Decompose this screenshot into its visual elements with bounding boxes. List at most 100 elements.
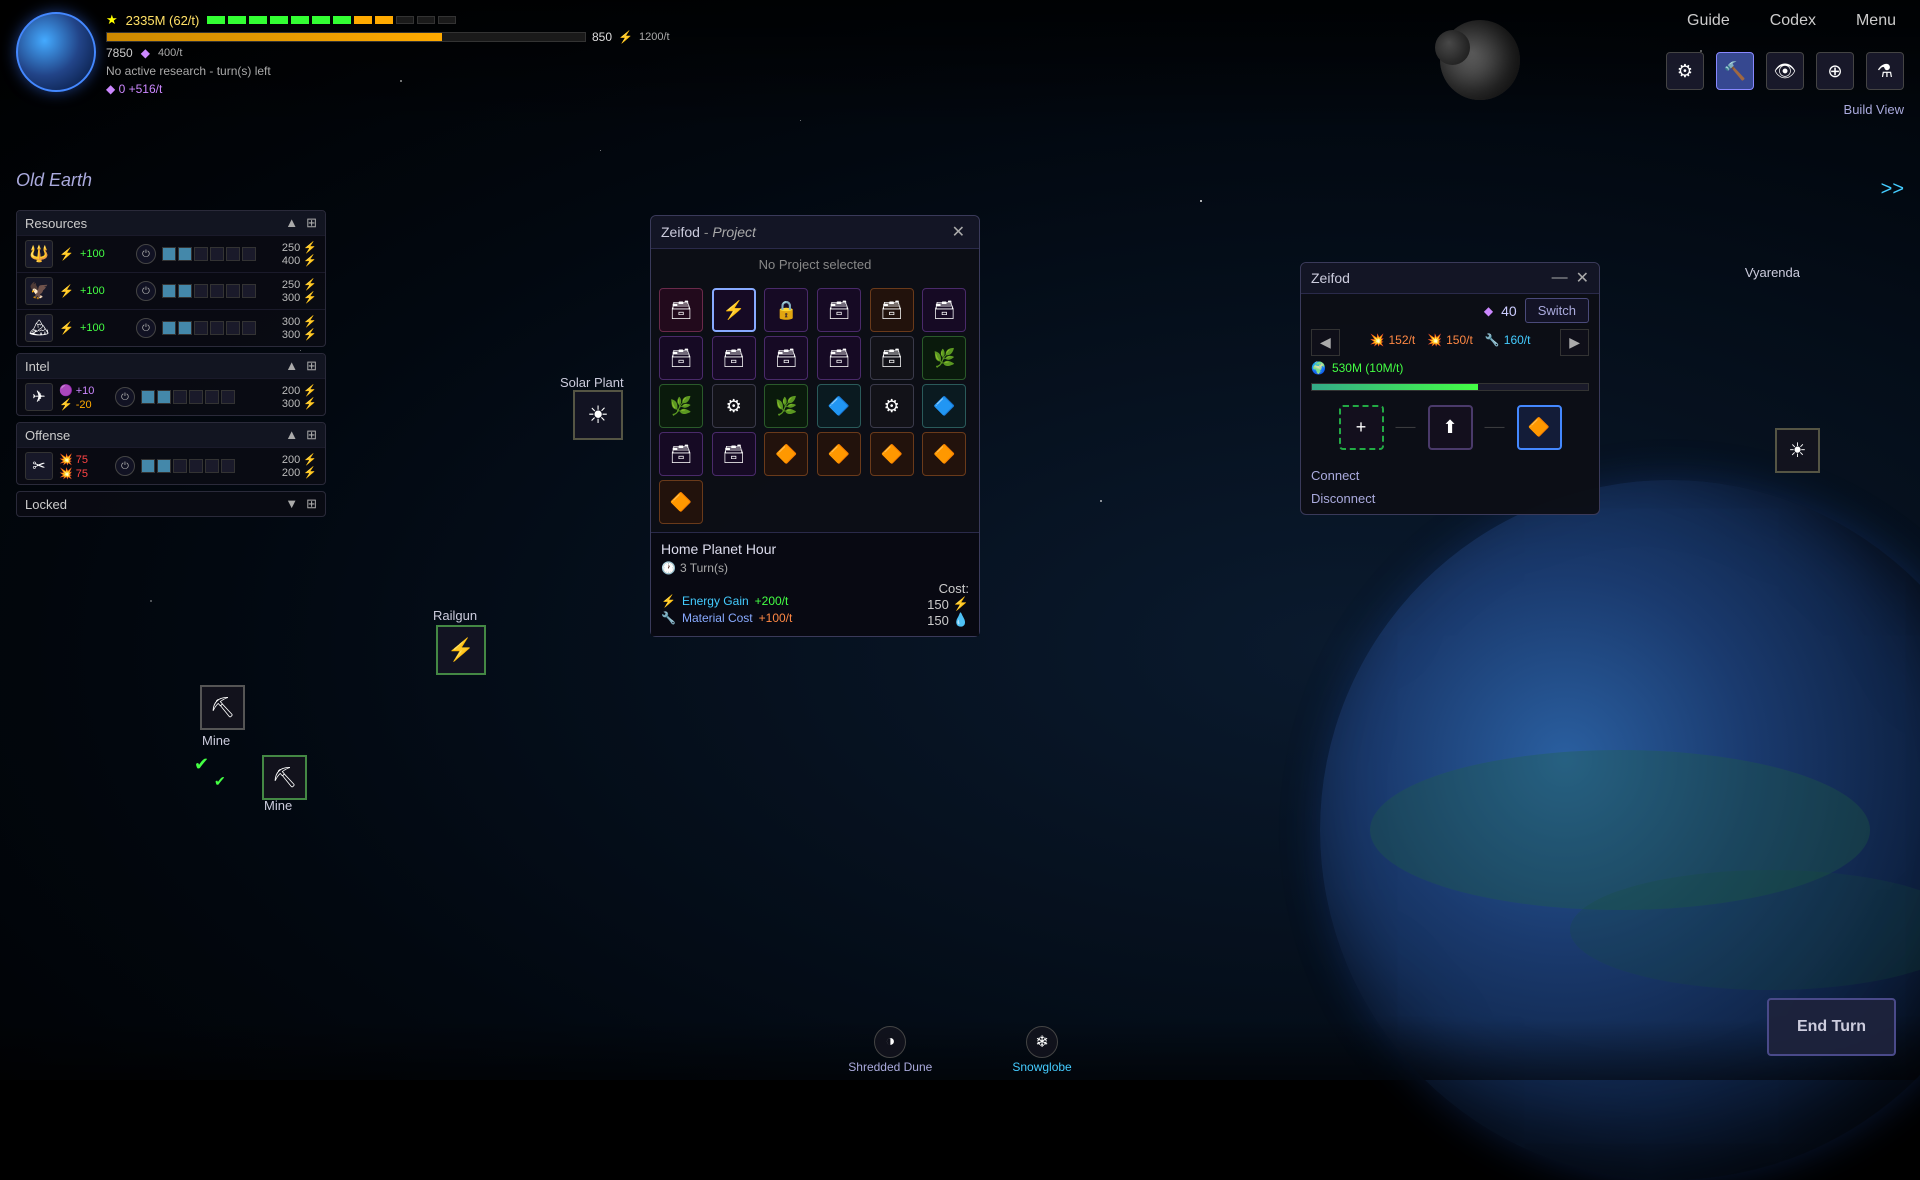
project-dialog-close[interactable]: ✕ — [948, 222, 969, 242]
zeifod-tree: + —— ⬆ —— 🔶 — [1301, 395, 1599, 460]
step-4c[interactable] — [210, 321, 224, 335]
crosshair-icon[interactable]: ⊕ — [1816, 52, 1854, 90]
step-2b[interactable] — [178, 284, 192, 298]
loc-item-2[interactable]: ❄ Snowglobe — [1012, 1026, 1071, 1074]
zeifod-close[interactable]: ✕ — [1576, 268, 1589, 288]
project-item-0-2[interactable]: 🔒 — [764, 288, 808, 332]
railgun-map-icon[interactable]: ⚡ — [436, 625, 486, 675]
project-item-1-1[interactable]: 🗃 — [659, 336, 703, 380]
project-item-3-1[interactable]: 🗃 — [659, 432, 703, 476]
i-step-5[interactable] — [205, 390, 219, 404]
step-2c[interactable] — [178, 321, 192, 335]
res-power-btn-3[interactable]: ⏻ — [136, 318, 156, 338]
locked-sort[interactable]: ⊞ — [306, 496, 317, 512]
mine-icon-2[interactable]: ⛏ — [262, 755, 307, 800]
project-item-0-3[interactable]: 🗃 — [817, 288, 861, 332]
player-globe[interactable] — [16, 12, 96, 92]
offense-power-btn[interactable]: ⏻ — [115, 456, 135, 476]
project-item-2-3[interactable]: 🌿 — [764, 384, 808, 428]
project-item-1-3[interactable]: 🗃 — [764, 336, 808, 380]
step-6b[interactable] — [242, 284, 256, 298]
switch-button[interactable]: Switch — [1525, 298, 1589, 323]
project-item-3-4[interactable]: 🔶 — [817, 432, 861, 476]
o-step-4[interactable] — [189, 459, 203, 473]
mine-icon-1[interactable]: ⛏ — [200, 685, 245, 730]
zeifod-prev-btn[interactable]: ◀ — [1311, 329, 1340, 356]
end-turn-button[interactable]: End Turn — [1767, 998, 1896, 1056]
i-step-2[interactable] — [157, 390, 171, 404]
build-icon[interactable]: 🔨 — [1716, 52, 1754, 90]
step-4b[interactable] — [210, 284, 224, 298]
step-2[interactable] — [178, 247, 192, 261]
i-step-3[interactable] — [173, 390, 187, 404]
flask-icon[interactable]: ⚗ — [1866, 52, 1904, 90]
project-item-1-5[interactable]: 🗃 — [870, 336, 914, 380]
step-5c[interactable] — [226, 321, 240, 335]
loc-item-1[interactable]: ◑ Shredded Dune — [848, 1026, 932, 1074]
tree-connector-1: —— — [1396, 422, 1416, 433]
zeifod-minimize[interactable]: — — [1552, 269, 1568, 287]
tree-node-add[interactable]: + — [1339, 405, 1384, 450]
res-power-btn-1[interactable]: ⏻ — [136, 244, 156, 264]
step-1b[interactable] — [162, 284, 176, 298]
guide-button[interactable]: Guide — [1679, 8, 1738, 34]
collapse-icon[interactable]: ▲ — [285, 215, 298, 231]
intel-collapse-icon[interactable]: ▲ — [285, 358, 298, 374]
eye-icon[interactable]: 👁 — [1766, 52, 1804, 90]
project-item-3-3[interactable]: 🔶 — [764, 432, 808, 476]
step-1c[interactable] — [162, 321, 176, 335]
project-item-2-2[interactable]: ⚙ — [712, 384, 756, 428]
offense-collapse-icon[interactable]: ▲ — [285, 427, 298, 443]
offense-sort-icon[interactable]: ⊞ — [306, 427, 317, 443]
o-step-3[interactable] — [173, 459, 187, 473]
project-item-2-4[interactable]: 🔷 — [817, 384, 861, 428]
project-item-1-4[interactable]: 🗃 — [817, 336, 861, 380]
locked-collapse[interactable]: ▼ — [285, 496, 298, 512]
solar-plant-side-icon[interactable]: ☀ — [1775, 428, 1820, 473]
o-step-1[interactable] — [141, 459, 155, 473]
intel-power-btn[interactable]: ⏻ — [115, 387, 135, 407]
project-item-4-1[interactable]: 🔶 — [659, 480, 703, 524]
sort-icon[interactable]: ⊞ — [306, 215, 317, 231]
connect-button[interactable]: Connect — [1311, 466, 1589, 485]
step-4[interactable] — [210, 247, 224, 261]
project-item-3-0[interactable]: 🔷 — [922, 384, 966, 428]
o-step-2[interactable] — [157, 459, 171, 473]
i-step-4[interactable] — [189, 390, 203, 404]
o-step-5[interactable] — [205, 459, 219, 473]
i-step-6[interactable] — [221, 390, 235, 404]
project-item-3-5[interactable]: 🔶 — [870, 432, 914, 476]
project-item-0-1[interactable]: ⚡ — [712, 288, 756, 332]
step-3c[interactable] — [194, 321, 208, 335]
disconnect-button[interactable]: Disconnect — [1311, 489, 1589, 508]
i-step-1[interactable] — [141, 390, 155, 404]
project-item-3-2[interactable]: 🗃 — [712, 432, 756, 476]
project-item-2-5[interactable]: ⚙ — [870, 384, 914, 428]
step-5[interactable] — [226, 247, 240, 261]
project-item-4-0[interactable]: 🔶 — [922, 432, 966, 476]
step-6c[interactable] — [242, 321, 256, 335]
project-item-1-0[interactable]: 🗃 — [922, 288, 966, 332]
zeifod-next-btn[interactable]: ▶ — [1560, 329, 1589, 356]
project-item-0-0[interactable]: 🗃 — [659, 288, 703, 332]
res-power-btn-2[interactable]: ⏻ — [136, 281, 156, 301]
tree-node-2[interactable]: 🔶 — [1517, 405, 1562, 450]
project-item-0-4[interactable]: 🗃 — [870, 288, 914, 332]
step-6[interactable] — [242, 247, 256, 261]
solar-plant-map-icon[interactable]: ☀ — [573, 390, 623, 440]
settings-icon[interactable]: ⚙ — [1666, 52, 1704, 90]
project-item-2-1[interactable]: 🌿 — [659, 384, 703, 428]
zeifod-title-bar: Zeifod — ✕ — [1301, 263, 1599, 294]
right-arrow-nav[interactable]: >> — [1881, 178, 1904, 201]
step-1[interactable] — [162, 247, 176, 261]
tree-node-1[interactable]: ⬆ — [1428, 405, 1473, 450]
step-3b[interactable] — [194, 284, 208, 298]
menu-button[interactable]: Menu — [1848, 8, 1904, 34]
intel-sort-icon[interactable]: ⊞ — [306, 358, 317, 374]
project-item-2-0[interactable]: 🌿 — [922, 336, 966, 380]
codex-button[interactable]: Codex — [1762, 8, 1824, 34]
project-item-1-2[interactable]: 🗃 — [712, 336, 756, 380]
step-3[interactable] — [194, 247, 208, 261]
o-step-6[interactable] — [221, 459, 235, 473]
step-5b[interactable] — [226, 284, 240, 298]
